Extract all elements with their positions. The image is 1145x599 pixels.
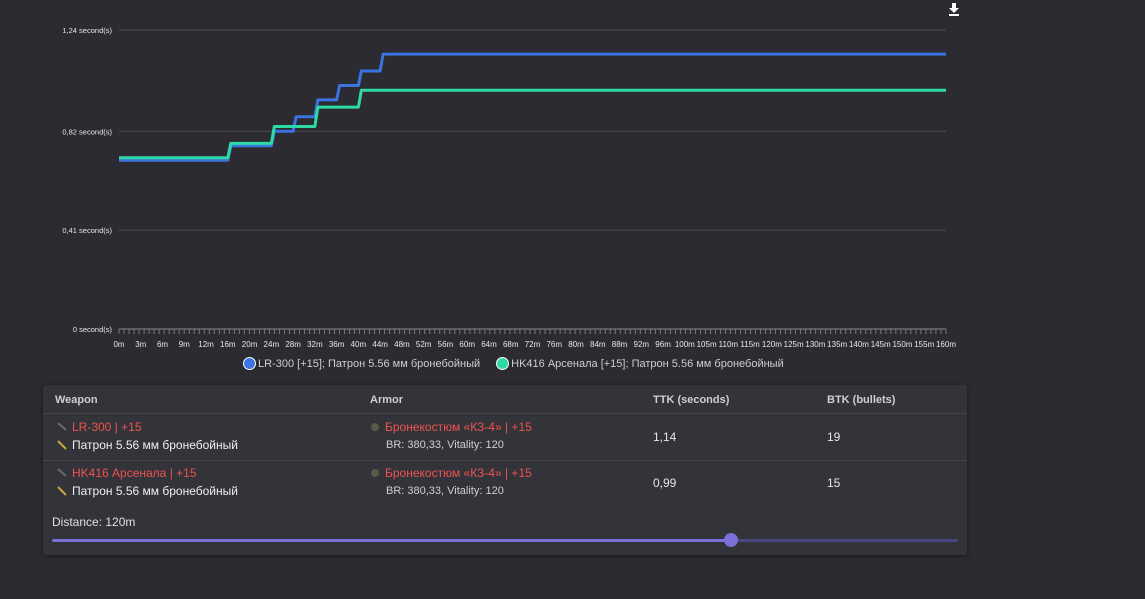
x-tick-label: 3m [135, 340, 146, 349]
x-tick-label: 125m [784, 340, 804, 349]
x-tick-label: 84m [590, 340, 606, 349]
chart-legend: LR-300 [+15]; Патрон 5.56 мм бронебойный… [243, 357, 800, 370]
x-tick-label: 80m [568, 340, 584, 349]
legend-item-lr300[interactable]: LR-300 [+15]; Патрон 5.56 мм бронебойный [243, 357, 480, 370]
ammo-name[interactable]: Патрон 5.56 мм бронебойный [57, 438, 238, 452]
x-tick-label: 140m [849, 340, 869, 349]
legend-dot-hk416 [496, 357, 510, 370]
ttk-value: 1,14 [653, 430, 677, 444]
x-tick-label: 52m [416, 340, 432, 349]
weapon-name-text: LR-300 | +15 [72, 420, 142, 434]
x-tick-label: 120m [762, 340, 782, 349]
series-line-1 [119, 88, 946, 160]
x-tick-label: 40m [351, 340, 367, 349]
weapon-name[interactable]: LR-300 | +15 [57, 420, 142, 434]
legend-dot-lr300 [243, 357, 256, 370]
armor-name-text: Бронекостюм «КЗ-4» | +15 [385, 466, 532, 480]
x-tick-label: 12m [198, 340, 214, 349]
legend-label-hk416: HK416 Арсенала [+15]; Патрон 5.56 мм бро… [511, 357, 784, 370]
x-tick-label: 155m [914, 340, 934, 349]
x-tick-label: 9m [179, 340, 190, 349]
header-armor: Armor [370, 394, 404, 406]
x-tick-label: 28m [285, 340, 301, 349]
y-tick-label: 0,82 second(s) [62, 127, 112, 136]
slider-thumb[interactable] [723, 533, 738, 547]
chart-svg: 0 second(s) 0,41 second(s) 0,82 second(s) 1… [62, 26, 956, 349]
x-tick-label: 32m [307, 340, 323, 349]
ttk-chart: 0 second(s) 0,41 second(s) 0,82 second(s) 1… [0, 0, 1145, 380]
table-row: LR-300 | +15 Патрон 5.56 мм бронебойный … [43, 414, 967, 461]
x-tick-label: 60m [459, 340, 475, 349]
legend-label-lr300: LR-300 [+15]; Патрон 5.56 мм бронебойный [258, 357, 481, 370]
armor-name-text: Бронекостюм «КЗ-4» | +15 [385, 420, 532, 434]
x-tick-label: 48m [394, 340, 410, 349]
results-panel: Weapon Armor TTK (seconds) BTK (bullets)… [43, 385, 967, 555]
x-tick-label: 6m [157, 340, 168, 349]
armor-name[interactable]: Бронекостюм «КЗ-4» | +15 [370, 420, 532, 434]
rifle-icon [57, 422, 67, 431]
armor-name[interactable]: Бронекостюм «КЗ-4» | +15 [370, 466, 532, 480]
x-tick-label: 160m [936, 340, 956, 349]
header-btk: BTK (bullets) [827, 394, 896, 406]
x-tick-label: 105m [697, 340, 717, 349]
x-tick-label: 56m [438, 340, 454, 349]
x-tick-label: 96m [655, 340, 671, 349]
x-tick-label: 145m [871, 340, 891, 349]
slider-fill [52, 539, 731, 542]
weapon-name-text: HK416 Арсенала | +15 [72, 466, 197, 480]
btk-value: 15 [827, 476, 841, 490]
y-tick-label: 0 second(s) [73, 325, 113, 334]
x-tick-label: 115m [740, 340, 760, 349]
header-weapon: Weapon [55, 394, 98, 406]
ammo-name[interactable]: Патрон 5.56 мм бронебойный [57, 484, 238, 498]
x-tick-label: 64m [481, 340, 497, 349]
table-header: Weapon Armor TTK (seconds) BTK (bullets) [43, 385, 967, 414]
x-tick-label: 16m [220, 340, 236, 349]
x-tick-label: 72m [525, 340, 541, 349]
distance-label: Distance: 120m [52, 515, 136, 529]
download-icon[interactable] [945, 1, 963, 17]
x-tick-label: 36m [329, 340, 345, 349]
ammo-name-text: Патрон 5.56 мм бронебойный [72, 438, 238, 452]
legend-item-hk416[interactable]: HK416 Арсенала [+15]; Патрон 5.56 мм бро… [496, 357, 784, 370]
x-tick-label: 0m [113, 340, 124, 349]
rifle-icon [57, 468, 67, 477]
x-tick-label: 100m [675, 340, 695, 349]
armor-icon [371, 469, 379, 477]
x-tick-label: 20m [242, 340, 258, 349]
x-tick-label: 130m [805, 340, 825, 349]
armor-stats: BR: 380,33, Vitality: 120 [386, 485, 504, 497]
x-tick-label: 135m [827, 340, 847, 349]
x-tick-label: 92m [634, 340, 650, 349]
bullet-icon [57, 486, 67, 496]
header-ttk: TTK (seconds) [653, 394, 730, 406]
x-tick-label: 24m [264, 340, 280, 349]
ammo-name-text: Патрон 5.56 мм бронебойный [72, 484, 238, 498]
table-row: HK416 Арсенала | +15 Патрон 5.56 мм брон… [43, 460, 967, 506]
x-tick-label: 88m [612, 340, 628, 349]
x-tick-label: 44m [372, 340, 388, 349]
bullet-icon [57, 440, 67, 450]
ttk-value: 0,99 [653, 476, 677, 490]
x-tick-label: 110m [719, 340, 739, 349]
weapon-name[interactable]: HK416 Арсенала | +15 [57, 466, 197, 480]
x-tick-label: 68m [503, 340, 519, 349]
x-tick-label: 150m [892, 340, 912, 349]
armor-icon [371, 423, 379, 431]
armor-stats: BR: 380,33, Vitality: 120 [386, 439, 504, 451]
x-tick-label: 76m [546, 340, 562, 349]
distance-slider[interactable] [52, 533, 958, 547]
y-tick-label: 0,41 second(s) [62, 226, 112, 235]
y-tick-label: 1,24 second(s) [62, 26, 112, 35]
btk-value: 19 [827, 430, 841, 444]
